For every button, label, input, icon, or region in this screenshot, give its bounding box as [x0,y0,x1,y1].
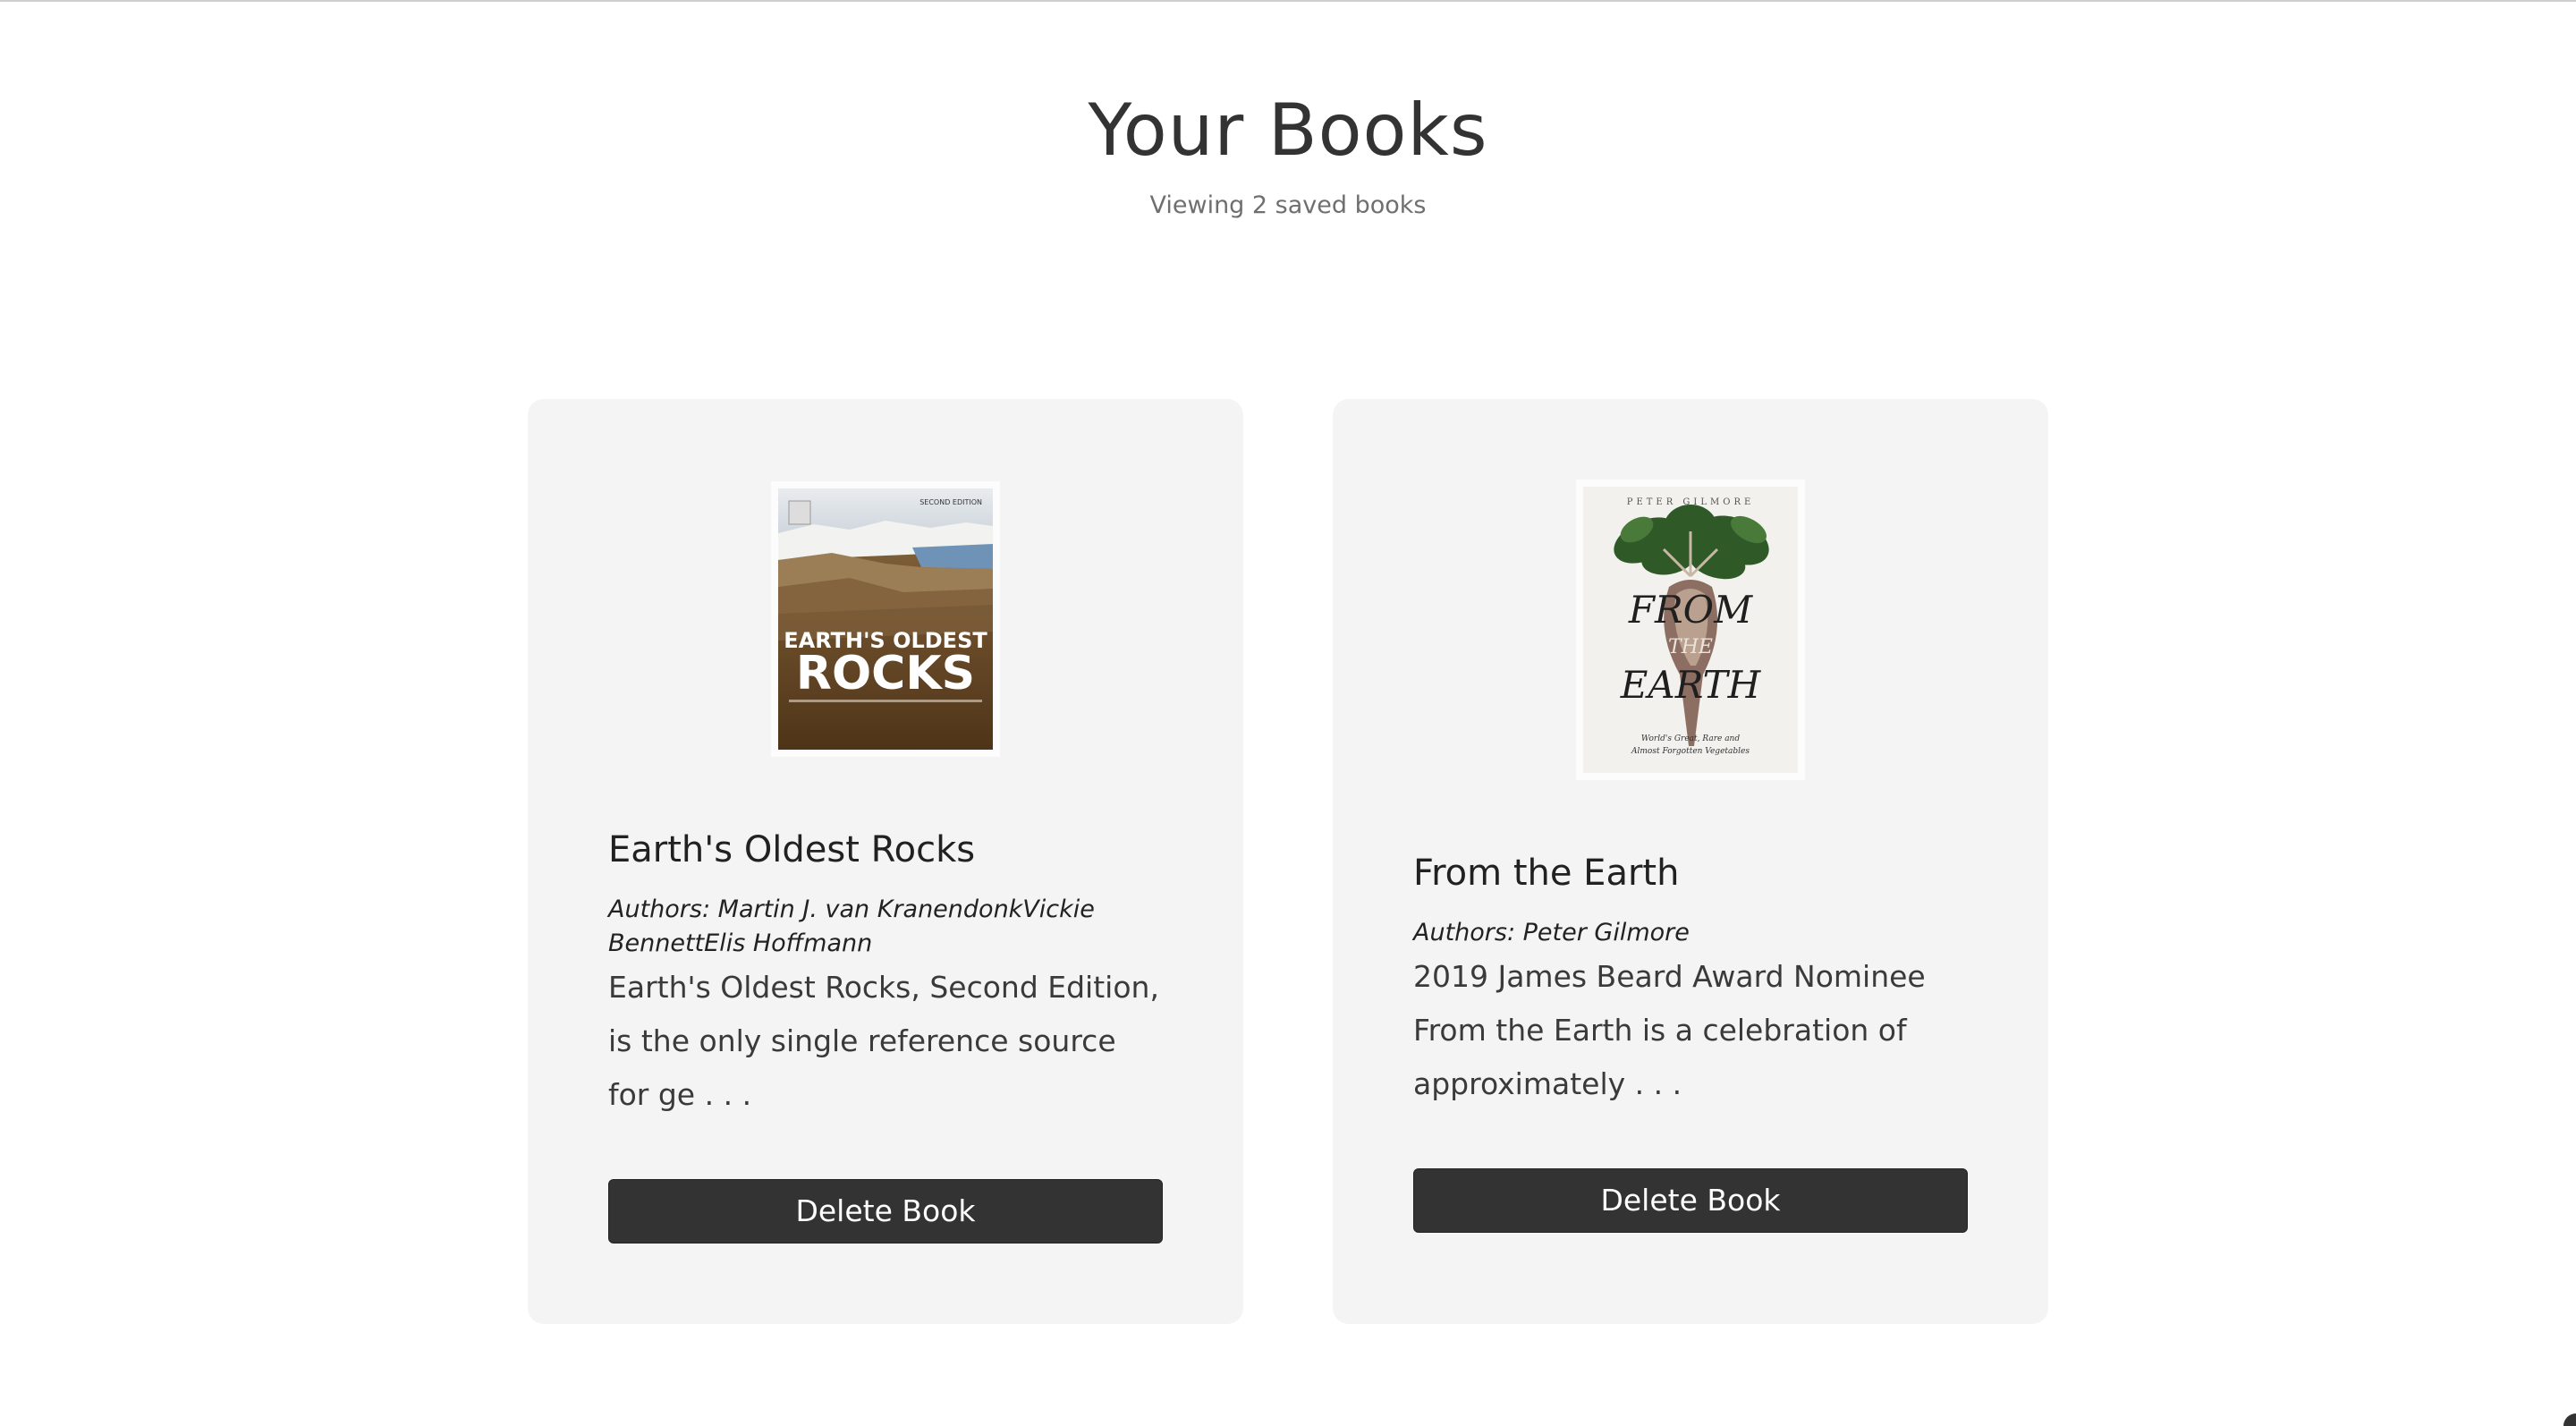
book-card: PETER GILMORE FROM THE EARTH World's Gre… [1333,399,2048,1324]
window-corner [2563,1413,2576,1426]
cover-title-line1: FROM [1628,588,1753,632]
top-divider [0,0,2576,2]
cover-tagline-1: World's Great, Rare and [1641,734,1740,743]
cover-title-line2: THE [1668,636,1713,658]
delete-book-button[interactable]: Delete Book [1413,1168,1968,1233]
book-title: From the Earth [1413,853,1680,894]
book-cover-from-the-earth: PETER GILMORE FROM THE EARTH World's Gre… [1583,487,1798,773]
book-card: SECOND EDITION EARTH'S OLDEST ROCKS Eart… [528,399,1243,1324]
book-cover-image: PETER GILMORE FROM THE EARTH World's Gre… [1576,480,1805,780]
page-title: Your Books [1088,89,1488,172]
book-authors: Authors: Peter Gilmore [1413,919,1690,946]
delete-book-button[interactable]: Delete Book [608,1179,1163,1244]
book-description: 2019 James Beard Award Nominee From the … [1413,959,1926,1101]
cover-title-line3: EARTH [1620,663,1762,707]
cover-title-line2: ROCKS [796,647,975,700]
saved-books-count: Viewing 2 saved books [1149,191,1427,219]
cover-tagline-2: Almost Forgotten Vegetables [1631,747,1750,756]
book-cover-image: SECOND EDITION EARTH'S OLDEST ROCKS [771,481,1000,757]
book-description: Earth's Oldest Rocks, Second Edition, is… [608,970,1159,1112]
cover-edition-text: SECOND EDITION [919,498,982,506]
book-cover-earths-oldest-rocks: SECOND EDITION EARTH'S OLDEST ROCKS [778,488,993,750]
book-authors: Authors: Martin J. van KranendonkVickie … [608,895,1095,957]
book-title: Earth's Oldest Rocks [608,829,976,870]
page-header: Your Books Viewing 2 saved books [0,86,2576,222]
